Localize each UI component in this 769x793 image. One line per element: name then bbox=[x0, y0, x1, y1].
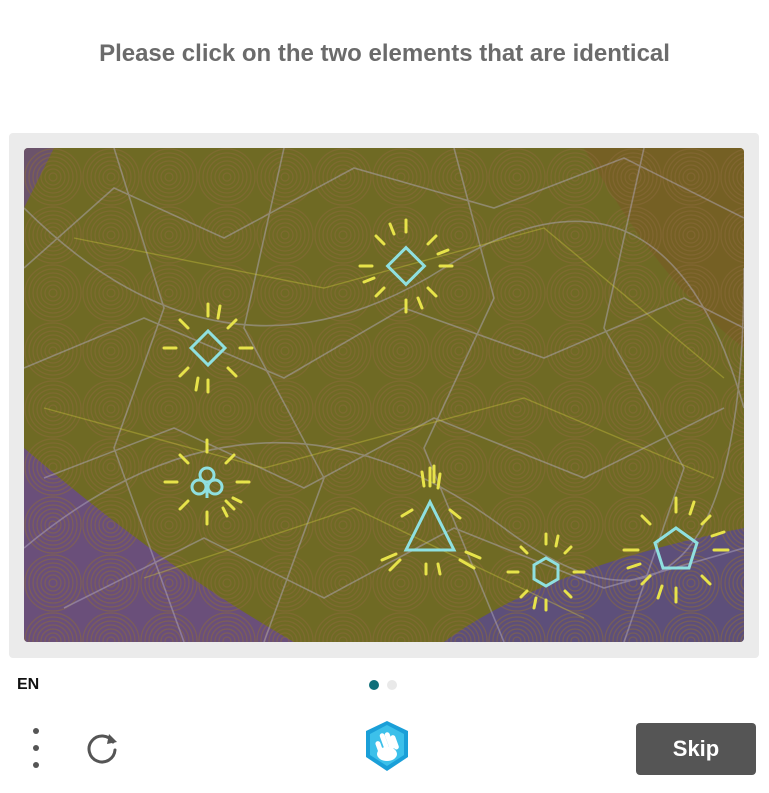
language-selector[interactable]: EN bbox=[17, 676, 39, 694]
challenge-prompt: Please click on the two elements that ar… bbox=[99, 40, 670, 67]
refresh-icon[interactable] bbox=[82, 728, 122, 768]
vertical-dots-icon[interactable] bbox=[26, 728, 46, 768]
pagination-dots bbox=[369, 680, 397, 690]
menu-dot bbox=[33, 745, 39, 751]
hand-shield-logo bbox=[360, 719, 414, 773]
menu-dot bbox=[33, 728, 39, 734]
challenge-image[interactable] bbox=[24, 148, 744, 642]
skip-button[interactable]: Skip bbox=[636, 723, 756, 775]
menu-dot bbox=[33, 762, 39, 768]
page-dot-2 bbox=[387, 680, 397, 690]
page-dot-1 bbox=[369, 680, 379, 690]
